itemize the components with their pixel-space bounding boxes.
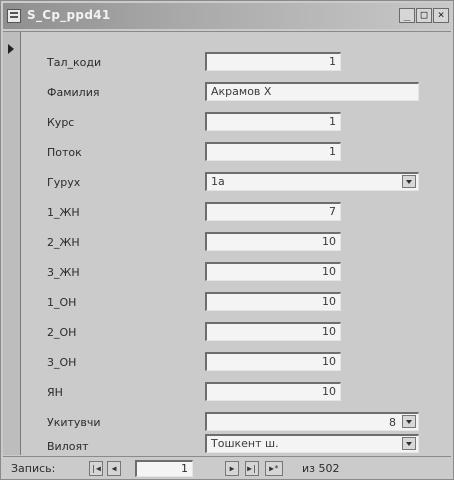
minimize-button[interactable]: _ [399, 8, 415, 23]
combo-ukituvchi-value: 8 [389, 416, 396, 429]
label-guruh: Гурух [47, 176, 81, 189]
label-3-zhn: 3_ЖН [47, 266, 80, 279]
form-icon[interactable] [7, 9, 21, 23]
window-title: S_Cp_ppd41 [27, 8, 111, 22]
input-1-zhn[interactable]: 7 [205, 202, 341, 221]
next-record-button[interactable]: ▶ [225, 461, 239, 476]
label-2-zhn: 2_ЖН [47, 236, 80, 249]
label-tal-kodi: Тал_коди [47, 56, 102, 69]
label-ukituvchi: Укитувчи [47, 416, 101, 429]
input-2-zhn[interactable]: 10 [205, 232, 341, 251]
first-record-button[interactable]: |◀ [89, 461, 103, 476]
input-3-on[interactable]: 10 [205, 352, 341, 371]
previous-record-button[interactable]: ◀ [107, 461, 121, 476]
input-familiya[interactable]: Акрамов Х [205, 82, 419, 101]
record-navigation-bar: Запись: |◀ ◀ 1 ▶ ▶| ▶* из 502 [3, 456, 451, 479]
form-body: Тал_коди 1 Фамилия Акрамов Х Курс 1 Пото… [3, 31, 451, 455]
input-1-on[interactable]: 10 [205, 292, 341, 311]
label-yan: ЯН [47, 386, 63, 399]
maximize-button[interactable]: □ [416, 8, 432, 23]
combo-guruh[interactable]: 1а [205, 172, 419, 191]
ukituvchi-dropdown-arrow-icon[interactable] [402, 415, 416, 428]
input-2-on[interactable]: 10 [205, 322, 341, 341]
form-window: S_Cp_ppd41 _ □ × Тал_коди 1 Фамилия Акра… [0, 0, 454, 480]
record-selector[interactable] [3, 32, 21, 455]
record-count-text: из 502 [302, 462, 340, 475]
viloyat-dropdown-arrow-icon[interactable] [402, 437, 416, 450]
label-1-zhn: 1_ЖН [47, 206, 80, 219]
current-record-input[interactable]: 1 [135, 460, 193, 477]
label-familiya: Фамилия [47, 86, 100, 99]
label-3-on: 3_ОН [47, 356, 77, 369]
input-potok[interactable]: 1 [205, 142, 341, 161]
record-label: Запись: [11, 462, 56, 475]
combo-ukituvchi[interactable]: 8 [205, 412, 419, 431]
input-yan[interactable]: 10 [205, 382, 341, 401]
label-2-on: 2_ОН [47, 326, 77, 339]
label-potok: Поток [47, 146, 82, 159]
title-bar[interactable]: S_Cp_ppd41 _ □ × [3, 3, 451, 29]
input-kurs[interactable]: 1 [205, 112, 341, 131]
last-record-button[interactable]: ▶| [245, 461, 259, 476]
input-3-zhn[interactable]: 10 [205, 262, 341, 281]
label-viloyat: Вилоят [47, 440, 89, 453]
combo-guruh-value: 1а [211, 175, 225, 188]
combo-viloyat-value: Тошкент ш. [211, 437, 279, 450]
label-kurs: Курс [47, 116, 75, 129]
input-tal-kodi[interactable]: 1 [205, 52, 341, 71]
guruh-dropdown-arrow-icon[interactable] [402, 175, 416, 188]
combo-viloyat[interactable]: Тошкент ш. [205, 434, 419, 453]
label-1-on: 1_ОН [47, 296, 77, 309]
close-button[interactable]: × [433, 8, 449, 23]
new-record-button[interactable]: ▶* [265, 461, 283, 476]
current-record-arrow-icon [8, 44, 14, 54]
